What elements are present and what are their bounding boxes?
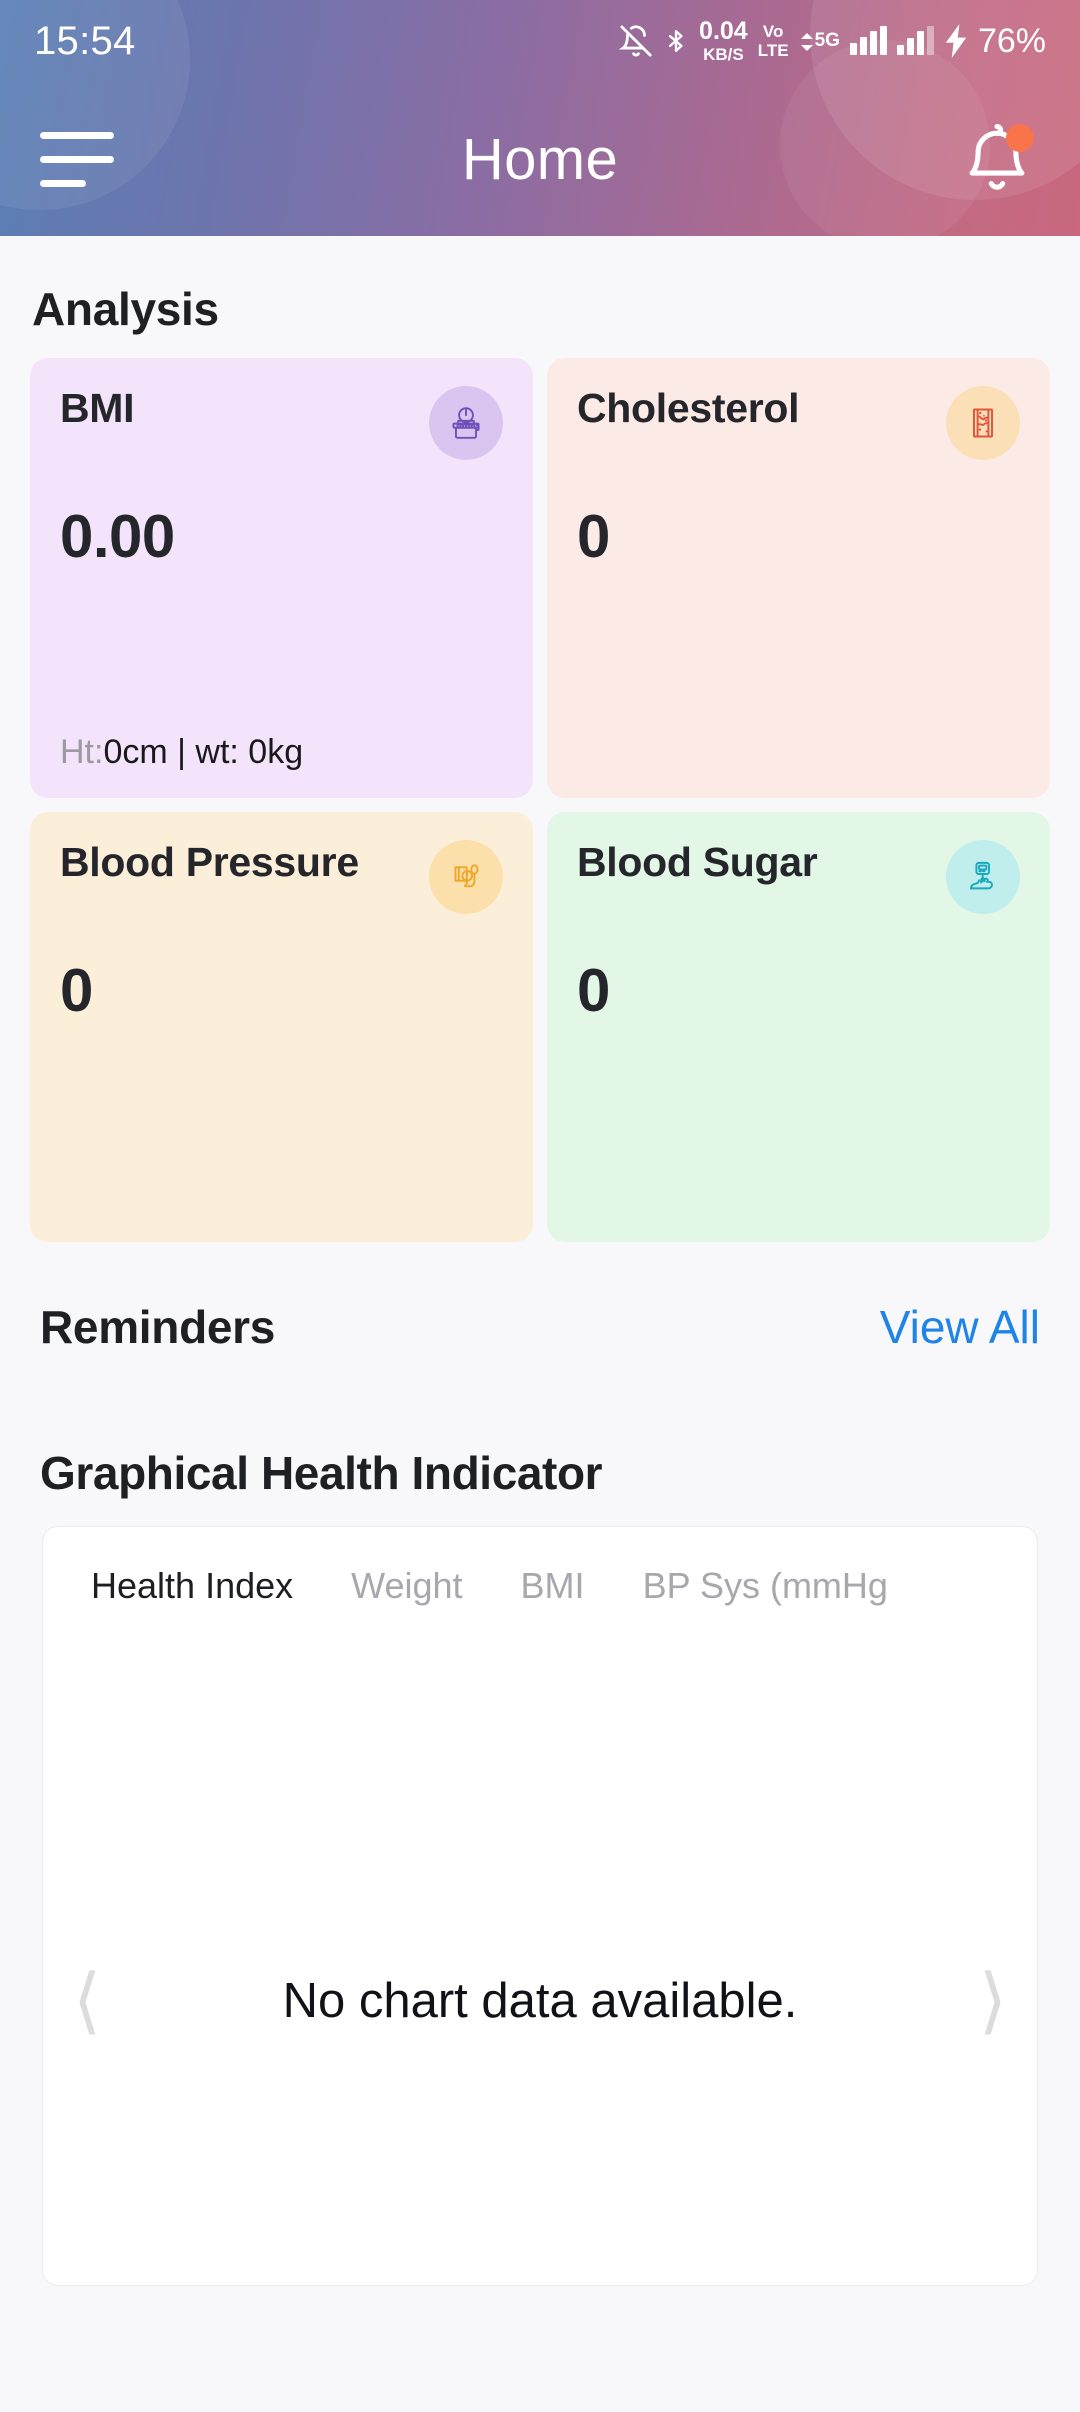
graphical-health-indicator-title: Graphical Health Indicator: [40, 1447, 603, 1499]
graphical-health-indicator-card: Health Index Weight BMI BP Sys (mmHg ⟨ N…: [42, 1526, 1038, 2286]
main-content: Analysis BMI 0.00 Ht:0cm | wt: 0kg Chole…: [0, 236, 1080, 2286]
app-header: 15:54 0.04 KB/S Vo LTE 5G 76% Home: [0, 0, 1080, 236]
data-rate-value: 0.04: [699, 17, 748, 45]
reminders-view-all-link[interactable]: View All: [880, 1300, 1040, 1354]
page-title: Home: [461, 126, 619, 192]
battery-percentage: 76%: [977, 21, 1046, 60]
card-subtext-value: 0cm | wt: 0kg: [103, 733, 304, 771]
analysis-card-cholesterol[interactable]: Cholesterol 0: [547, 358, 1050, 798]
status-time: 15:54: [34, 18, 136, 63]
card-value: 0: [577, 957, 610, 1024]
volte-line-1: Vo: [762, 22, 784, 41]
volte-icon: Vo LTE: [758, 23, 789, 59]
chevron-left-icon[interactable]: ⟨: [73, 1965, 101, 2037]
chevron-right-icon[interactable]: ⟩: [979, 1965, 1007, 2037]
card-label: BMI: [60, 385, 135, 431]
analysis-card-grid: BMI 0.00 Ht:0cm | wt: 0kg Cholesterol 0 …: [0, 358, 1080, 1242]
reminders-title: Reminders: [40, 1301, 276, 1353]
signal-bars-icon: [849, 26, 887, 55]
glucometer-icon: [946, 840, 1020, 914]
analysis-card-bmi[interactable]: BMI 0.00 Ht:0cm | wt: 0kg: [30, 358, 533, 798]
card-subtext: Ht:0cm | wt: 0kg: [60, 733, 503, 772]
bluetooth-icon: [663, 24, 689, 58]
chart-tab-bmi[interactable]: BMI: [521, 1565, 585, 1607]
card-label: Blood Sugar: [577, 839, 818, 885]
weight-scale-icon: [429, 386, 503, 460]
chart-empty-message: No chart data available.: [282, 1974, 798, 2028]
analysis-card-blood-pressure[interactable]: Blood Pressure 0: [30, 812, 533, 1242]
card-value: 0.00: [60, 503, 175, 570]
reminders-header: Reminders View All: [0, 1242, 1080, 1354]
charging-bolt-icon: [944, 24, 968, 58]
chart-plot-area: ⟨ No chart data available. ⟩: [43, 1717, 1037, 2285]
app-bar: Home: [0, 82, 1080, 236]
hamburger-menu-icon[interactable]: [40, 131, 114, 187]
notifications-button[interactable]: [954, 116, 1040, 202]
network-type-label: 5G: [814, 30, 840, 51]
chart-tab-weight[interactable]: Weight: [351, 1565, 462, 1607]
artery-icon: [946, 386, 1020, 460]
analysis-card-blood-sugar[interactable]: Blood Sugar 0: [547, 812, 1050, 1242]
analysis-section-title: Analysis: [32, 283, 219, 335]
network-type-indicator: 5G: [799, 31, 840, 51]
card-value: 0: [60, 957, 93, 1024]
data-rate-unit: KB/S: [703, 45, 744, 64]
chart-tab-bp-sys[interactable]: BP Sys (mmHg: [643, 1565, 888, 1607]
status-bar: 15:54 0.04 KB/S Vo LTE 5G 76%: [0, 0, 1080, 82]
data-rate-indicator: 0.04 KB/S: [699, 17, 748, 64]
card-subtext-label: Ht:: [60, 733, 104, 771]
bell-muted-icon: [619, 24, 653, 58]
volte-line-2: LTE: [757, 41, 789, 60]
card-value: 0: [577, 503, 610, 570]
card-label: Cholesterol: [577, 385, 800, 431]
card-label: Blood Pressure: [60, 839, 359, 885]
notification-badge: [1006, 124, 1034, 152]
blood-pressure-monitor-icon: [429, 840, 503, 914]
chart-tab-health-index[interactable]: Health Index: [91, 1565, 293, 1607]
chart-tab-list: Health Index Weight BMI BP Sys (mmHg: [43, 1527, 1037, 1607]
signal-bars-secondary-icon: [896, 26, 934, 55]
